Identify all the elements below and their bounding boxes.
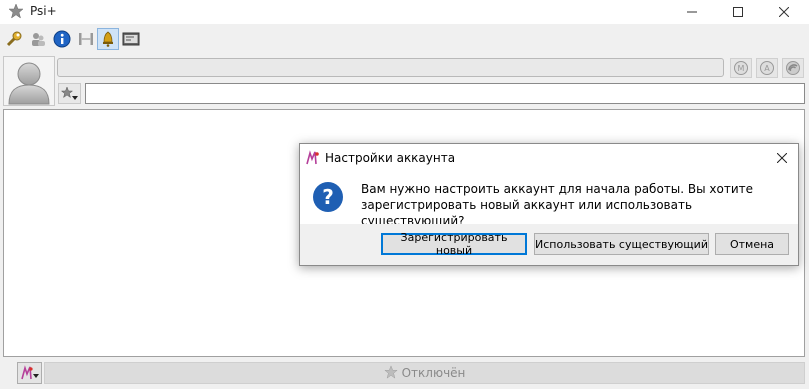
svg-text:A: A xyxy=(764,64,770,73)
title-bar: Psi+ xyxy=(0,0,809,24)
dialog-message: Вам нужно настроить аккаунт для начала р… xyxy=(361,182,754,228)
psi-account-icon[interactable] xyxy=(17,362,42,384)
main-toolbar xyxy=(0,26,809,54)
psi-account-icon xyxy=(305,150,321,166)
roster-search-input[interactable] xyxy=(85,83,805,104)
register-new-button[interactable]: Зарегистрировать новый xyxy=(381,231,527,257)
maximize-button[interactable] xyxy=(715,0,761,24)
status-select-label: Отключён xyxy=(401,366,466,380)
activity-icon[interactable]: A xyxy=(756,58,778,78)
status-message-bar[interactable] xyxy=(57,58,724,77)
dialog-footer: Зарегистрировать новый Использовать суще… xyxy=(300,224,798,265)
tune-icon[interactable] xyxy=(782,58,804,78)
bridge-icon[interactable] xyxy=(75,28,97,50)
status-select[interactable]: Отключён xyxy=(44,362,805,384)
psi-star-icon xyxy=(8,3,24,19)
dialog-close-button[interactable] xyxy=(772,148,792,168)
mood-icon[interactable]: M xyxy=(730,58,752,78)
window-title: Psi+ xyxy=(30,4,57,18)
dialog-title-bar: Настройки аккаунта xyxy=(300,144,798,172)
account-setup-dialog: Настройки аккаунта ? Вам нужно настроить… xyxy=(299,143,799,266)
close-window-button[interactable] xyxy=(761,0,807,24)
offline-star-icon xyxy=(383,364,398,382)
minimize-button[interactable] xyxy=(669,0,715,24)
avatar[interactable] xyxy=(3,56,55,106)
question-icon: ? xyxy=(313,182,343,212)
users-icon[interactable] xyxy=(27,28,49,50)
terminal-icon[interactable] xyxy=(120,28,142,50)
svg-text:M: M xyxy=(738,64,745,73)
wrench-icon[interactable] xyxy=(3,28,25,50)
use-existing-button[interactable]: Использовать существующий xyxy=(534,233,709,255)
roster-filter-button[interactable] xyxy=(58,83,81,104)
cancel-button[interactable]: Отмена xyxy=(715,233,789,255)
info-icon[interactable] xyxy=(51,28,73,50)
bell-icon[interactable] xyxy=(97,28,119,50)
dialog-title: Настройки аккаунта xyxy=(325,151,456,165)
